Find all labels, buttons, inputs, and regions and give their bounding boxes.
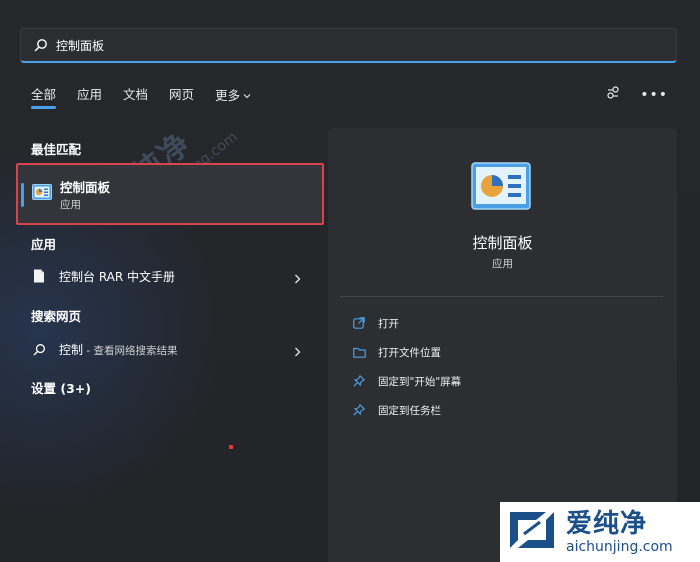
tab-label: 网页 xyxy=(169,87,195,102)
tab-label: 全部 xyxy=(31,87,57,102)
app-result-label: 控制台 RAR 中文手册 xyxy=(59,269,176,284)
section-apps: 应用 xyxy=(31,237,57,252)
best-match-subtitle: 应用 xyxy=(60,199,81,211)
action-label: 固定到"开始"屏幕 xyxy=(378,375,462,388)
search-input[interactable] xyxy=(56,38,636,52)
divider xyxy=(340,296,663,297)
app-result-row[interactable]: 控制台 RAR 中文手册 xyxy=(31,265,305,287)
filter-tabs: 全部 应用 文档 网页 更多 xyxy=(31,87,272,111)
action-pin-start[interactable]: 固定到"开始"屏幕 xyxy=(352,372,461,390)
best-match-title: 控制面板 xyxy=(60,180,111,195)
action-pin-taskbar[interactable]: 固定到任务栏 xyxy=(352,401,441,419)
marker-dot xyxy=(229,445,233,449)
action-open-file-location[interactable]: 打开文件位置 xyxy=(352,343,441,361)
chevron-down-icon xyxy=(243,87,251,103)
section-settings[interactable]: 设置 (3+) xyxy=(31,378,91,397)
action-label: 打开 xyxy=(378,317,399,330)
watermark-logo-en: aichunjing.com xyxy=(566,539,673,555)
action-label: 固定到任务栏 xyxy=(378,404,441,417)
detail-title: 控制面板 xyxy=(472,234,533,252)
control-panel-icon xyxy=(32,184,52,204)
pin-icon xyxy=(352,404,366,416)
tab-all[interactable]: 全部 xyxy=(31,87,57,111)
web-result-query: 控制 xyxy=(59,342,84,357)
tab-more[interactable]: 更多 xyxy=(215,87,251,111)
folder-icon xyxy=(352,347,366,358)
action-open[interactable]: 打开 xyxy=(352,314,399,332)
search-icon xyxy=(34,39,47,52)
chevron-right-icon xyxy=(294,342,301,361)
selection-indicator xyxy=(21,183,24,207)
web-result-row[interactable]: 控制 - 查看网络搜索结果 xyxy=(31,338,305,360)
document-icon xyxy=(31,269,47,283)
tab-label: 文档 xyxy=(123,87,149,102)
section-web-search: 搜索网页 xyxy=(31,309,82,324)
search-window: 爱纯净 aichunjing.com 全部 应用 文档 网页 更多 ••• 最佳… xyxy=(0,0,700,562)
action-label: 打开文件位置 xyxy=(378,346,441,359)
tab-apps[interactable]: 应用 xyxy=(77,87,102,111)
detail-panel: 控制面板 应用 打开 打开文件位置 固定到"开始"屏幕 固定到任务栏 xyxy=(328,128,677,562)
search-bar[interactable] xyxy=(20,28,677,63)
pin-icon xyxy=(352,375,366,387)
open-external-icon xyxy=(352,317,366,329)
chevron-right-icon xyxy=(294,269,301,288)
tab-web[interactable]: 网页 xyxy=(169,87,194,111)
control-panel-icon xyxy=(471,162,531,214)
brand-logo-icon xyxy=(506,508,558,556)
best-match-result[interactable]: 控制面板 应用 xyxy=(16,163,324,225)
tab-label: 应用 xyxy=(77,87,103,102)
web-result-suffix: - 查看网络搜索结果 xyxy=(83,344,178,357)
watermark-logo-cn: 爱纯净 xyxy=(566,509,648,539)
more-options-icon[interactable]: ••• xyxy=(640,87,668,103)
detail-subtitle: 应用 xyxy=(492,258,513,270)
tab-documents[interactable]: 文档 xyxy=(123,87,148,111)
search-icon xyxy=(31,343,47,356)
watermark-logo: 爱纯净 aichunjing.com xyxy=(500,502,700,562)
share-icon[interactable] xyxy=(606,85,620,104)
tab-label: 更多 xyxy=(215,88,241,103)
web-result-label: 控制 - 查看网络搜索结果 xyxy=(59,341,177,358)
top-right-controls: ••• xyxy=(606,85,668,104)
section-best-match: 最佳匹配 xyxy=(31,142,82,157)
